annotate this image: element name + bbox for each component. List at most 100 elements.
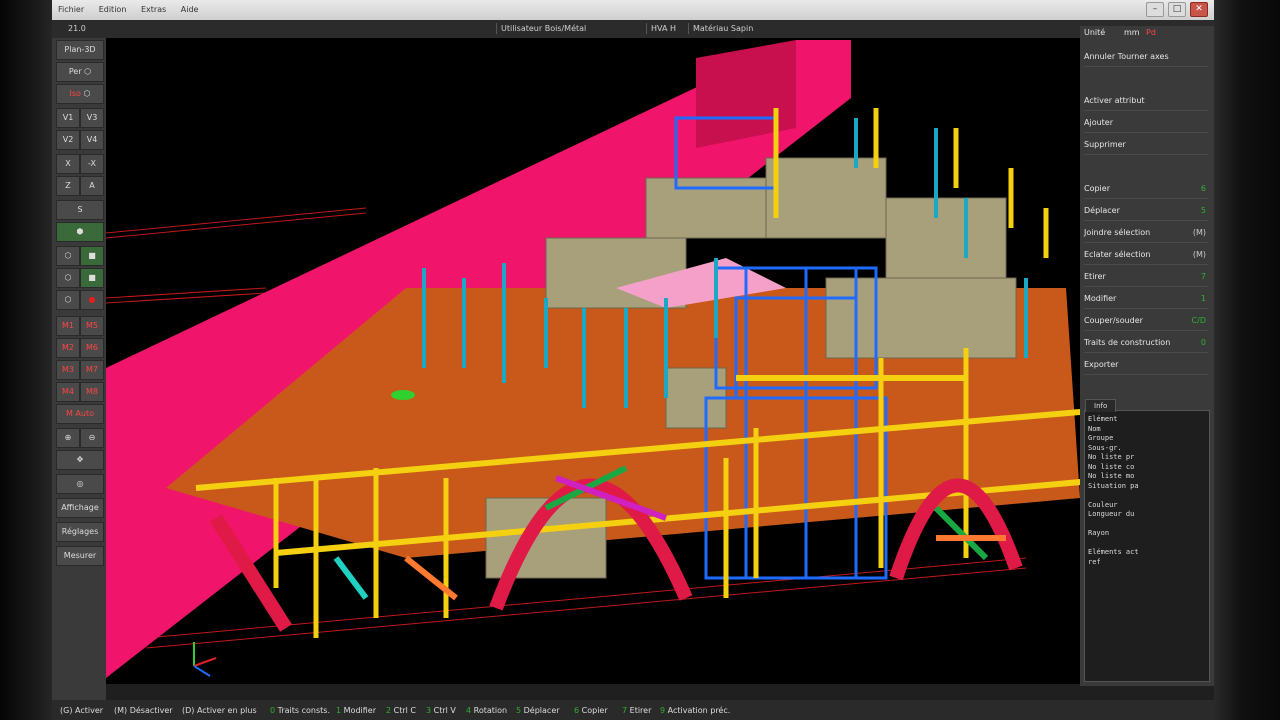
view-a-button[interactable]: A: [80, 176, 104, 196]
delete-button[interactable]: Supprimer: [1084, 134, 1208, 155]
menu-fichier[interactable]: Fichier: [52, 0, 90, 14]
view-z-button[interactable]: Z: [56, 176, 80, 196]
memory-m3-button[interactable]: M3: [56, 360, 80, 380]
render-cube-icon[interactable]: ⬡: [56, 246, 80, 266]
unit-pied-option[interactable]: Pd: [1146, 28, 1156, 37]
minimize-icon[interactable]: –: [1146, 2, 1164, 17]
info-lines: Elément Nom Groupe Sous-gr. No liste pr …: [1088, 415, 1139, 567]
monitor-bezel-right: [1214, 0, 1280, 720]
memory-m8-button[interactable]: M8: [80, 382, 104, 402]
status-item[interactable]: 7 Etirer: [622, 706, 651, 715]
delete-label: Supprimer: [1084, 140, 1126, 149]
menu-aide[interactable]: Aide: [175, 0, 205, 14]
plan-3d-button[interactable]: Plan-3D: [56, 40, 104, 60]
3d-viewport[interactable]: [106, 38, 1080, 684]
user-field-label: Utilisateur: [501, 24, 543, 33]
add-button[interactable]: Ajouter: [1084, 112, 1208, 133]
unit-label: Unité: [1084, 28, 1106, 37]
export-button[interactable]: Exporter: [1084, 354, 1208, 375]
memory-m7-button[interactable]: M7: [80, 360, 104, 380]
modify-button[interactable]: Modifier 1: [1084, 288, 1208, 309]
view-v4-button[interactable]: V4: [80, 130, 104, 150]
green-cube-icon[interactable]: ■: [80, 246, 104, 266]
status-key: 0: [270, 706, 276, 715]
explode-selection-shortcut: (M): [1192, 250, 1206, 259]
construction-lines-button[interactable]: Traits de construction 0: [1084, 332, 1208, 353]
perspective-button[interactable]: Per ⬡: [56, 62, 104, 82]
memory-m6-button[interactable]: M6: [80, 338, 104, 358]
info-tab[interactable]: Info: [1085, 399, 1117, 412]
user-field-value: Bois/Métal: [544, 24, 587, 33]
menu-edition[interactable]: Edition: [93, 0, 133, 14]
affichage-button[interactable]: Affichage: [56, 498, 104, 518]
status-key: 3: [426, 706, 432, 715]
memory-m4-button[interactable]: M4: [56, 382, 80, 402]
memory-m5-button[interactable]: M5: [80, 316, 104, 336]
zoom-in-icon[interactable]: ⊕: [56, 428, 80, 448]
export-label: Exporter: [1084, 360, 1119, 369]
view-x-button[interactable]: X: [56, 154, 80, 174]
activate-attribute-button[interactable]: Activer attribut: [1084, 90, 1208, 111]
red-sphere-icon[interactable]: ●: [80, 290, 104, 310]
status-item[interactable]: 5 Déplacer: [516, 706, 560, 715]
info-line: Nom: [1088, 424, 1101, 433]
status-item[interactable]: 9 Activation préc.: [660, 706, 730, 715]
copy-label: Copier: [1084, 184, 1110, 193]
close-icon[interactable]: ✕: [1190, 2, 1208, 17]
memory-auto-button[interactable]: M Auto: [56, 404, 104, 424]
status-item[interactable]: 0 Traits consts.: [270, 706, 330, 715]
view-s-button[interactable]: S: [56, 200, 104, 220]
shaded-cube-icon[interactable]: ⬡: [56, 290, 80, 310]
undo-rotate-axes-button[interactable]: Annuler Tourner axes: [1084, 46, 1208, 67]
outline-cube-icon[interactable]: ⬡: [56, 268, 80, 288]
status-item[interactable]: 1 Modifier: [336, 706, 376, 715]
maximize-icon[interactable]: □: [1168, 2, 1186, 17]
info-line: No liste pr: [1088, 453, 1135, 461]
info-line: Rayon: [1088, 529, 1110, 537]
status-key: 6: [574, 706, 580, 715]
status-item[interactable]: 2 Ctrl C: [386, 706, 416, 715]
reglages-button[interactable]: Réglages: [56, 522, 104, 542]
construction-lines-label: Traits de construction: [1084, 338, 1171, 347]
view-v2-button[interactable]: V2: [56, 130, 80, 150]
stretch-button[interactable]: Etirer 7: [1084, 266, 1208, 287]
solid-cube-icon[interactable]: ■: [80, 268, 104, 288]
explode-selection-button[interactable]: Eclater sélection (M): [1084, 244, 1208, 265]
status-item[interactable]: (D) Activer en plus: [182, 706, 257, 715]
left-toolbar: Plan-3D Per ⬡ Iso ⬡ V1 V3 V2 V4 X -X Z A…: [52, 38, 106, 708]
3d-model-scene: [106, 40, 1080, 678]
status-key: 9: [660, 706, 666, 715]
status-item[interactable]: 3 Ctrl V: [426, 706, 456, 715]
move-button[interactable]: Déplacer 5: [1084, 200, 1208, 221]
memory-m2-button[interactable]: M2: [56, 338, 80, 358]
wireframe-toggle-icon[interactable]: ⬢: [56, 222, 104, 242]
status-key: 7: [622, 706, 628, 715]
pan-icon[interactable]: ✥: [56, 450, 104, 470]
memory-m1-button[interactable]: M1: [56, 316, 80, 336]
info-line: Groupe: [1088, 434, 1114, 442]
iso-button[interactable]: Iso ⬡: [56, 84, 104, 104]
info-line: Longueur du: [1088, 510, 1135, 518]
menu-extras[interactable]: Extras: [135, 0, 172, 14]
status-key: 2: [386, 706, 392, 715]
stretch-label: Etirer: [1084, 272, 1106, 281]
status-item[interactable]: (M) Désactiver: [114, 706, 173, 715]
copy-button[interactable]: Copier 6: [1084, 178, 1208, 199]
unit-mm-option[interactable]: mm: [1124, 28, 1140, 37]
mesurer-button[interactable]: Mesurer: [56, 546, 104, 566]
hva-field[interactable]: HVA H: [646, 23, 680, 34]
orbit-icon[interactable]: ◎: [56, 474, 104, 494]
view-v3-button[interactable]: V3: [80, 108, 104, 128]
copy-shortcut: 6: [1200, 184, 1206, 193]
zoom-out-icon[interactable]: ⊖: [80, 428, 104, 448]
view-minus-x-button[interactable]: -X: [80, 154, 104, 174]
status-item[interactable]: 4 Rotation: [466, 706, 507, 715]
material-field[interactable]: Matériau Sapin: [688, 23, 757, 34]
status-item[interactable]: 6 Copier: [574, 706, 608, 715]
view-v1-button[interactable]: V1: [56, 108, 80, 128]
iso-label: Iso: [69, 89, 81, 98]
join-selection-button[interactable]: Joindre sélection (M): [1084, 222, 1208, 243]
status-item[interactable]: (G) Activer: [60, 706, 103, 715]
user-field[interactable]: Utilisateur Bois/Métal: [496, 23, 590, 34]
cut-weld-button[interactable]: Couper/souder C/D: [1084, 310, 1208, 331]
